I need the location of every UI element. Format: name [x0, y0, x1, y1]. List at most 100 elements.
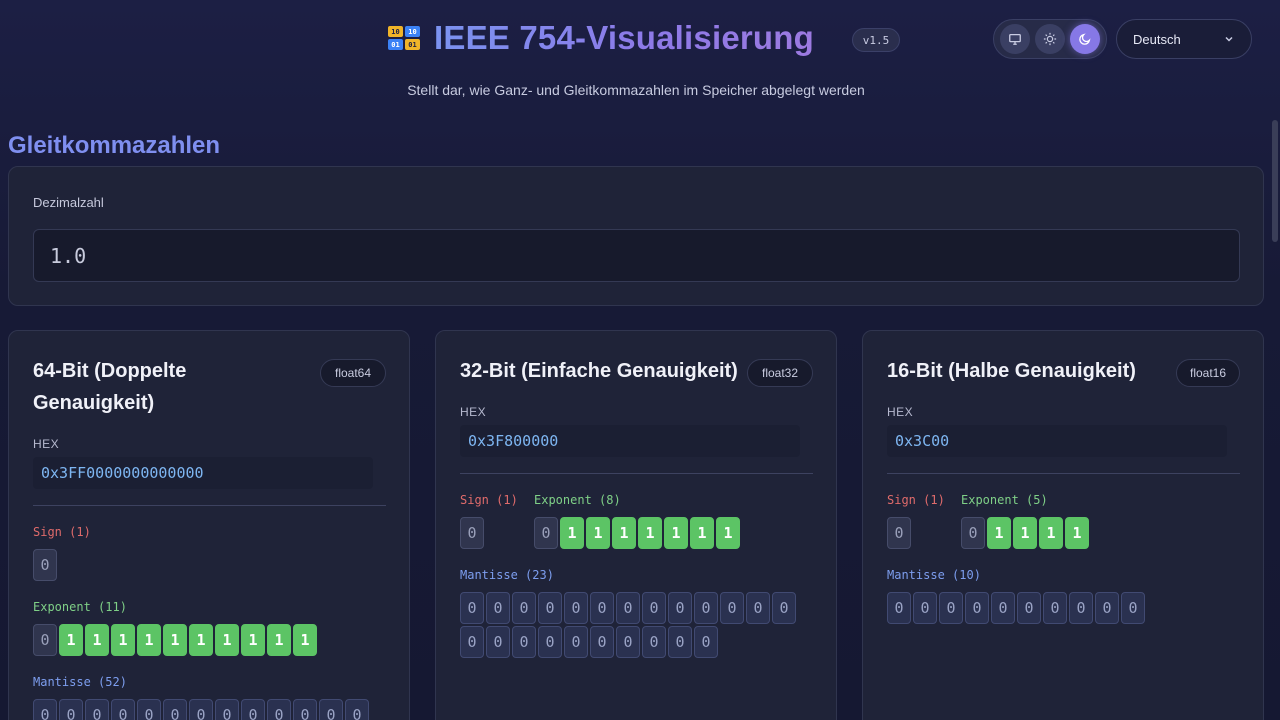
mantissa-bit[interactable]: 0 [241, 699, 265, 720]
theme-switcher [993, 19, 1107, 59]
exponent-bits: 01111111 [534, 517, 794, 549]
mantissa-bit[interactable]: 0 [913, 592, 937, 624]
mantissa-bit[interactable]: 0 [1043, 592, 1067, 624]
sign-bit[interactable]: 0 [460, 517, 484, 549]
exponent-bit[interactable]: 1 [690, 517, 714, 549]
mantissa-bit[interactable]: 0 [59, 699, 83, 720]
mantissa-bit[interactable]: 0 [486, 626, 510, 658]
exponent-bit[interactable]: 1 [241, 624, 265, 656]
exponent-bit[interactable]: 1 [1065, 517, 1089, 549]
mantissa-bit[interactable]: 0 [668, 592, 692, 624]
exponent-bit[interactable]: 1 [293, 624, 317, 656]
exponent-bit[interactable]: 1 [586, 517, 610, 549]
mantissa-bit[interactable]: 0 [1069, 592, 1093, 624]
mantissa-bit[interactable]: 0 [319, 699, 343, 720]
decimal-input[interactable] [33, 229, 1240, 282]
mantissa-bits: 00000000000000000000000 [460, 592, 800, 658]
exponent-bit[interactable]: 1 [189, 624, 213, 656]
mantissa-bit[interactable]: 0 [215, 699, 239, 720]
exponent-bit[interactable]: 1 [716, 517, 740, 549]
mantissa-bit[interactable]: 0 [460, 592, 484, 624]
mantissa-bit[interactable]: 0 [85, 699, 109, 720]
page-subtitle: Stellt dar, wie Ganz- und Gleitkommazahl… [407, 82, 865, 98]
mantissa-bit[interactable]: 0 [111, 699, 135, 720]
exponent-bit[interactable]: 1 [1013, 517, 1037, 549]
mantissa-bit[interactable]: 0 [772, 592, 796, 624]
exponent-bit[interactable]: 1 [137, 624, 161, 656]
divider [460, 473, 813, 474]
exponent-bit[interactable]: 1 [612, 517, 636, 549]
logo-digit: 01 [405, 39, 420, 50]
mantissa-bit[interactable]: 0 [564, 592, 588, 624]
exponent-bit[interactable]: 0 [961, 517, 985, 549]
language-select[interactable]: Deutsch [1116, 19, 1252, 59]
decimal-input-card: Dezimalzahl [8, 166, 1264, 306]
exponent-label: Exponent (8) [534, 493, 621, 507]
format-tag: float64 [320, 359, 386, 387]
mantissa-bit[interactable]: 0 [486, 592, 510, 624]
sign-bit[interactable]: 0 [33, 549, 57, 581]
mantissa-bit[interactable]: 0 [189, 699, 213, 720]
theme-dark-button[interactable] [1069, 24, 1100, 54]
exponent-bit[interactable]: 1 [560, 517, 584, 549]
page-title: IEEE 754-Visualisierung [434, 19, 814, 56]
mantissa-bit[interactable]: 0 [538, 592, 562, 624]
mantissa-bit[interactable]: 0 [1121, 592, 1145, 624]
mantissa-bit[interactable]: 0 [564, 626, 588, 658]
divider [887, 473, 1240, 474]
exponent-bit[interactable]: 1 [664, 517, 688, 549]
mantissa-bit[interactable]: 0 [668, 626, 692, 658]
mantissa-bit[interactable]: 0 [590, 592, 614, 624]
mantissa-bit[interactable]: 0 [746, 592, 770, 624]
exponent-bit[interactable]: 1 [59, 624, 83, 656]
mantissa-bit[interactable]: 0 [345, 699, 369, 720]
mantissa-label: Mantisse (23) [460, 568, 554, 582]
exponent-bit[interactable]: 1 [987, 517, 1011, 549]
theme-system-button[interactable] [1000, 24, 1031, 54]
mantissa-bit[interactable]: 0 [512, 626, 536, 658]
mantissa-bit[interactable]: 0 [1095, 592, 1119, 624]
mantissa-bit[interactable]: 0 [887, 592, 911, 624]
exponent-bit[interactable]: 1 [638, 517, 662, 549]
mantissa-bit[interactable]: 0 [694, 626, 718, 658]
exponent-bit[interactable]: 1 [1039, 517, 1063, 549]
mantissa-bit[interactable]: 0 [538, 626, 562, 658]
mantissa-bit[interactable]: 0 [267, 699, 291, 720]
language-value: Deutsch [1133, 31, 1181, 47]
mantissa-bit[interactable]: 0 [965, 592, 989, 624]
mantissa-bit[interactable]: 0 [642, 592, 666, 624]
mantissa-bit[interactable]: 0 [616, 592, 640, 624]
app-header: 10 10 01 01 IEEE 754-Visualisierung [388, 18, 814, 58]
mantissa-bit[interactable]: 0 [616, 626, 640, 658]
theme-light-button[interactable] [1034, 24, 1065, 54]
exponent-bit[interactable]: 0 [534, 517, 558, 549]
mantissa-bit[interactable]: 0 [590, 626, 614, 658]
mantissa-bit[interactable]: 0 [991, 592, 1015, 624]
mantissa-bit[interactable]: 0 [1017, 592, 1041, 624]
exponent-bit[interactable]: 1 [215, 624, 239, 656]
mantissa-bit[interactable]: 0 [939, 592, 963, 624]
exponent-bits: 01111 [961, 517, 1221, 549]
mantissa-bit[interactable]: 0 [163, 699, 187, 720]
hex-value: 0x3C00 [887, 425, 1227, 457]
mantissa-bit[interactable]: 0 [720, 592, 744, 624]
mantissa-bit[interactable]: 0 [460, 626, 484, 658]
mantissa-bit[interactable]: 0 [642, 626, 666, 658]
exponent-bit[interactable]: 1 [267, 624, 291, 656]
section-title: Gleitkommazahlen [8, 132, 221, 159]
mantissa-bit[interactable]: 0 [694, 592, 718, 624]
exponent-bit[interactable]: 1 [111, 624, 135, 656]
exponent-bit[interactable]: 1 [163, 624, 187, 656]
exponent-label: Exponent (11) [33, 600, 127, 614]
page-scrollbar[interactable] [1272, 120, 1278, 242]
format-tag: float32 [747, 359, 813, 387]
sign-bit[interactable]: 0 [887, 517, 911, 549]
card-title: 16-Bit (Halbe Genauigkeit) [887, 360, 1136, 382]
mantissa-bit[interactable]: 0 [293, 699, 317, 720]
exponent-bit[interactable]: 1 [85, 624, 109, 656]
mantissa-bit[interactable]: 0 [33, 699, 57, 720]
exponent-bit[interactable]: 0 [33, 624, 57, 656]
mantissa-bit[interactable]: 0 [512, 592, 536, 624]
sign-bits: 0 [33, 549, 57, 581]
mantissa-bit[interactable]: 0 [137, 699, 161, 720]
